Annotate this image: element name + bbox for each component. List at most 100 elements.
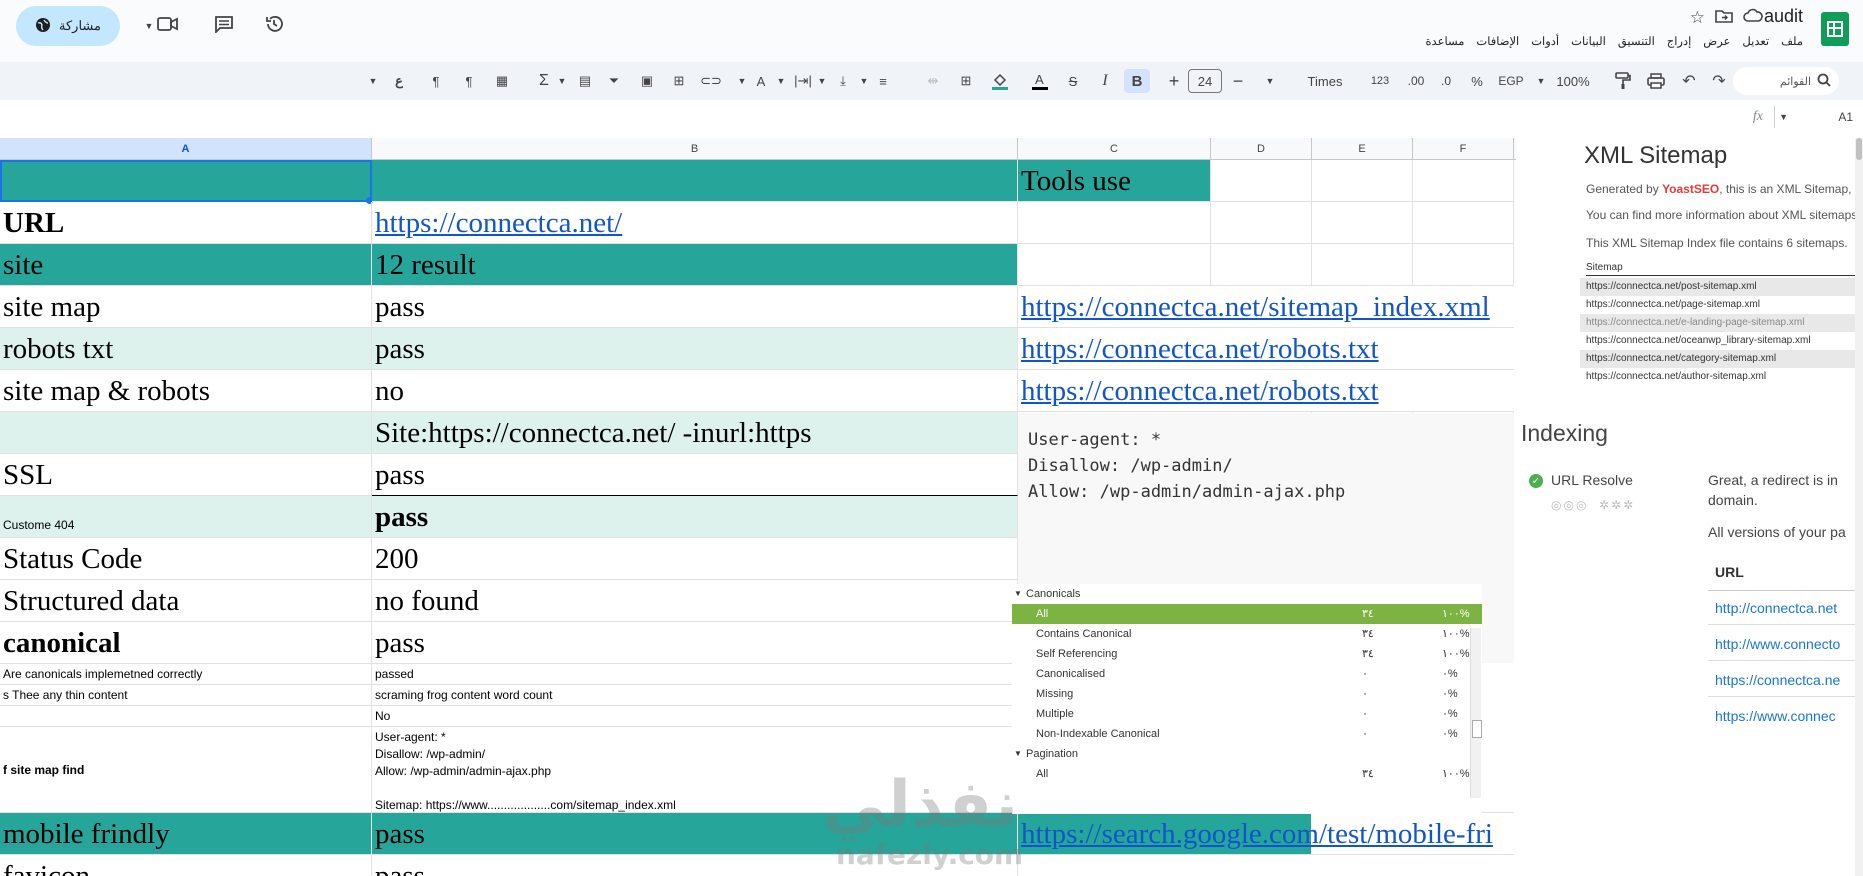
cell-a10[interactable]: Status Code	[0, 538, 372, 580]
indexing-url-4[interactable]: https://www.connec	[1715, 708, 1836, 724]
cell-a6[interactable]: site map & robots	[0, 370, 372, 412]
cell-b10[interactable]: 200	[372, 538, 1018, 580]
decrease-font-size-icon[interactable]: −	[1228, 69, 1248, 93]
menu-view[interactable]: عرض	[1703, 34, 1730, 48]
horizontal-align-icon[interactable]: ≡	[872, 69, 894, 93]
column-header-c[interactable]: C	[1018, 138, 1211, 160]
menu-insert[interactable]: إدراج	[1667, 34, 1692, 48]
font-size-input[interactable]: 24	[1188, 69, 1222, 93]
column-header-e[interactable]: E	[1312, 138, 1413, 160]
cell-f2[interactable]	[1413, 202, 1514, 244]
cell-e2[interactable]	[1312, 202, 1413, 244]
cell-b5[interactable]: pass	[372, 328, 1018, 370]
cell-a5[interactable]: robots txt	[0, 328, 372, 370]
menu-data[interactable]: البيانات	[1571, 34, 1606, 48]
cell-e3[interactable]	[1312, 244, 1413, 286]
cell-a7[interactable]	[0, 412, 372, 454]
indexing-url-1[interactable]: http://connectca.net	[1715, 600, 1837, 616]
cell-b6[interactable]: no	[372, 370, 1018, 412]
cell-b12[interactable]: pass	[372, 622, 1018, 664]
cell-a17[interactable]: mobile frindly	[0, 813, 372, 855]
zoom-select[interactable]: 100%	[1552, 69, 1594, 93]
menu-help[interactable]: مساعدة	[1426, 34, 1465, 48]
strikethrough-icon[interactable]: S	[1062, 69, 1084, 93]
cell-b11[interactable]: no found	[372, 580, 1018, 622]
column-header-b[interactable]: B	[372, 138, 1018, 160]
scrollbar-thumb[interactable]	[1856, 138, 1862, 160]
percent-button[interactable]: %	[1466, 69, 1488, 93]
indexing-image[interactable]: Indexing ✓ URL Resolve ◎◎◎ ✲✲✲ Great, a …	[1515, 414, 1855, 874]
wrap-chevron-icon[interactable]: ▼	[775, 69, 787, 93]
cell-c17-link[interactable]: https://search.google.com/test/mobile-fr…	[1018, 813, 1514, 855]
column-header-d[interactable]: D	[1211, 138, 1312, 160]
meet-button[interactable]: ▼	[140, 12, 184, 40]
menu-format[interactable]: التنسيق	[1618, 34, 1655, 48]
italic-button[interactable]: I	[1094, 69, 1116, 93]
valign-chevron-icon[interactable]: ▼	[816, 69, 828, 93]
redo-icon[interactable]: ↷	[1708, 69, 1730, 93]
text-wrap-icon[interactable]: |⇥|	[792, 69, 814, 93]
cell-b4[interactable]: pass	[372, 286, 1018, 328]
cell-b8[interactable]: pass	[372, 454, 1018, 496]
version-history-button[interactable]	[260, 12, 288, 40]
cell-a18[interactable]: favicon	[0, 855, 372, 876]
cell-b3[interactable]: 12 result	[372, 244, 1018, 286]
vertical-align-icon[interactable]: ⤓	[832, 69, 854, 93]
rtl-icon[interactable]: ¶	[458, 69, 480, 93]
input-tools-icon[interactable]: ع	[390, 69, 408, 93]
cell-f1[interactable]	[1413, 160, 1514, 202]
cell-a12[interactable]: canonical	[0, 622, 372, 664]
table-icon[interactable]: ▦	[490, 69, 514, 93]
cell-b7[interactable]: Site:https://connectca.net/ -inurl:https	[372, 412, 1018, 454]
cell-c4-link[interactable]: https://connectca.net/sitemap_index.xml	[1018, 286, 1514, 328]
cell-c6-link[interactable]: https://connectca.net/robots.txt	[1018, 370, 1514, 412]
more-formats-button[interactable]: 123	[1368, 69, 1392, 93]
cell-d2[interactable]	[1211, 202, 1312, 244]
cell-a2[interactable]: URL	[0, 202, 372, 244]
cell-e1[interactable]	[1312, 160, 1413, 202]
cell-c1[interactable]: Tools use	[1018, 160, 1211, 202]
name-box[interactable]: A1	[1838, 110, 1853, 124]
cell-a13[interactable]: Are canonicals implemetned correctly	[0, 664, 372, 685]
cell-b1[interactable]	[372, 160, 1018, 202]
formula-input[interactable]	[10, 110, 1610, 128]
chart-table-icon[interactable]: ▤	[574, 69, 596, 93]
cell-a15[interactable]	[0, 706, 372, 727]
cell-b2-link[interactable]: https://connectca.net/	[372, 202, 1018, 244]
cell-c5-link[interactable]: https://connectca.net/robots.txt	[1018, 328, 1514, 370]
increase-decimal-button[interactable]: .00	[1402, 69, 1430, 93]
cell-a14[interactable]: s Thee any thin content	[0, 685, 372, 706]
ltr-icon[interactable]: ¶	[425, 69, 447, 93]
canonicals-image[interactable]: ▼ Canonicals All ٣٤ ١٠٠% Contains Canoni…	[1012, 584, 1482, 814]
cell-c3[interactable]	[1018, 244, 1211, 286]
chart-icon[interactable]: ▣	[636, 69, 658, 93]
cell-a11[interactable]: Structured data	[0, 580, 372, 622]
currency-button[interactable]: EGP	[1494, 69, 1528, 93]
functions-icon[interactable]: Σ	[532, 69, 556, 93]
indexing-url-3[interactable]: https://connectca.ne	[1715, 672, 1840, 688]
menu-file[interactable]: ملف	[1781, 34, 1803, 48]
rotate-chevron-icon[interactable]: ▼	[735, 69, 749, 93]
zoom-chevron-icon[interactable]: ▼	[1534, 69, 1548, 93]
decrease-decimal-button[interactable]: .0	[1434, 69, 1458, 93]
cell-a16[interactable]: f site map find	[0, 727, 372, 813]
cell-a4[interactable]: site map	[0, 286, 372, 328]
merge-cells-icon[interactable]: ⇹	[922, 69, 944, 93]
cell-a1[interactable]	[0, 160, 372, 202]
vertical-scrollbar[interactable]	[1855, 138, 1863, 876]
cell-b15[interactable]: No	[372, 706, 1018, 727]
undo-icon[interactable]: ↶	[1678, 69, 1700, 93]
column-header-f[interactable]: F	[1413, 138, 1514, 160]
cell-c2[interactable]	[1018, 202, 1211, 244]
fill-color-icon[interactable]	[988, 69, 1012, 93]
cell-b13[interactable]: passed	[372, 664, 1018, 685]
menu-tools[interactable]: أدوات	[1531, 34, 1559, 48]
star-icon[interactable]: ☆	[1690, 8, 1705, 29]
indexing-url-2[interactable]: http://www.connecto	[1715, 636, 1840, 652]
borders-icon[interactable]: ⊞	[955, 69, 977, 93]
comments-button[interactable]	[210, 12, 238, 40]
document-title[interactable]: audit	[1764, 6, 1803, 27]
paint-format-icon[interactable]	[1612, 69, 1634, 93]
filter-icon[interactable]: ⏷	[603, 69, 625, 93]
move-folder-icon[interactable]	[1715, 8, 1733, 29]
